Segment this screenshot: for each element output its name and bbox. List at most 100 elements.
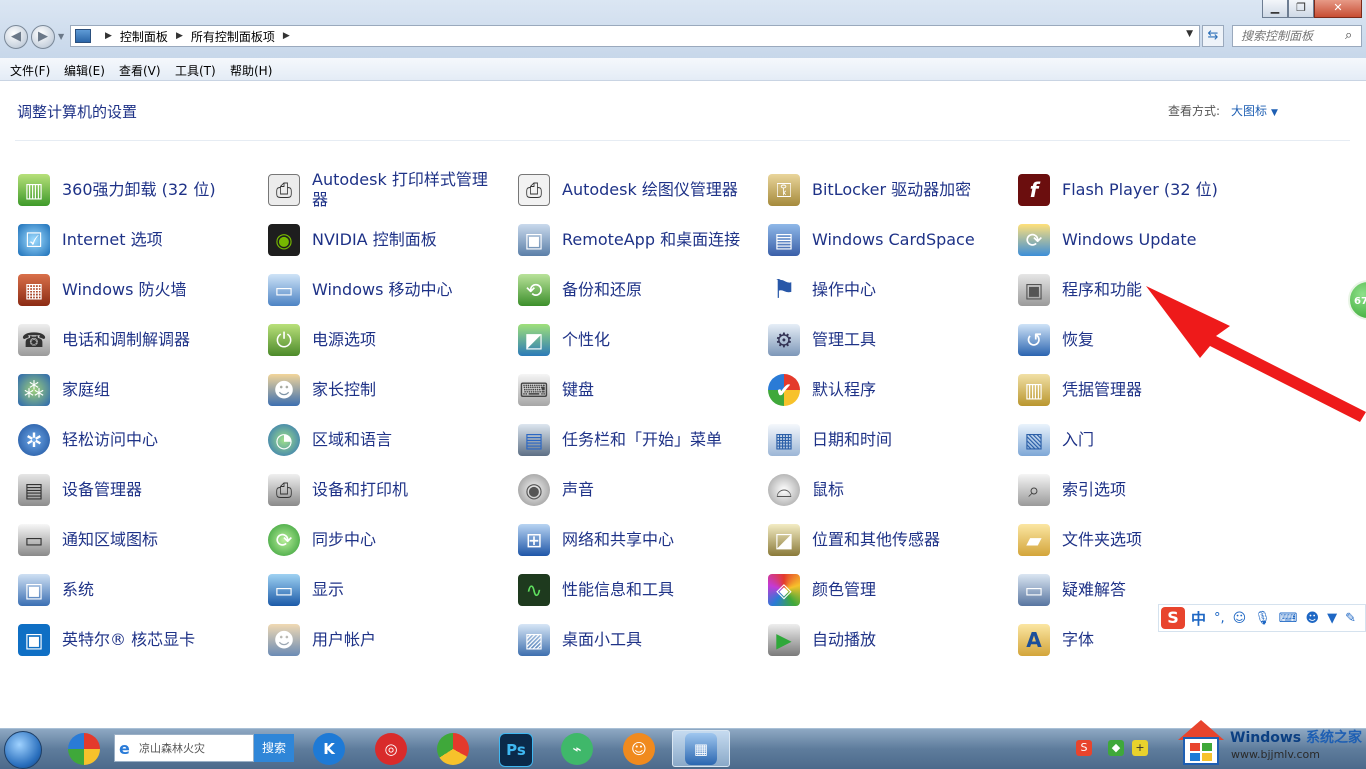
maximize-button[interactable]: ❐ [1288, 0, 1314, 18]
back-button[interactable]: ◀ [4, 25, 28, 49]
cp-item-parental-controls[interactable]: ☻ 家长控制 [268, 370, 376, 410]
forward-button[interactable]: ▶ [31, 25, 55, 49]
cp-item-mobility-center[interactable]: ▭ Windows 移动中心 [268, 270, 453, 310]
cp-item-personalization[interactable]: ◩ 个性化 [518, 320, 610, 360]
cp-item-mouse[interactable]: ⌓ 鼠标 [768, 470, 844, 510]
cp-item-location-sensors[interactable]: ◪ 位置和其他传感器 [768, 520, 940, 560]
item-label: Internet 选项 [62, 230, 163, 249]
cp-item-ease-of-access[interactable]: ✲ 轻松访问中心 [18, 420, 158, 460]
cp-item-keyboard[interactable]: ⌨ 键盘 [518, 370, 594, 410]
cp-item-default-programs[interactable]: ✔ 默认程序 [768, 370, 876, 410]
cp-item-network-sharing[interactable]: ⊞ 网络和共享中心 [518, 520, 674, 560]
menu-view[interactable]: 查看(V) [119, 62, 161, 79]
cp-item-devices-printers[interactable]: ⎙ 设备和打印机 [268, 470, 408, 510]
cp-item-device-manager[interactable]: ▤ 设备管理器 [18, 470, 142, 510]
start-button[interactable] [4, 731, 42, 769]
cp-item-desktop-gadgets[interactable]: ▨ 桌面小工具 [518, 620, 642, 660]
cp-item-flash-player[interactable]: f Flash Player (32 位) [1018, 170, 1218, 210]
sogou-tray-icon[interactable]: S [1076, 740, 1092, 756]
soft-keyboard-icon[interactable]: ⌨ [1279, 611, 1298, 626]
recent-pages-dropdown[interactable]: ▼ [58, 32, 64, 41]
breadcrumb-control-panel[interactable]: 控制面板 [120, 28, 168, 45]
uc-browser-icon[interactable]: ☺ [623, 733, 655, 765]
menu-tools[interactable]: 工具(T) [175, 62, 216, 79]
flower-app-icon[interactable] [68, 733, 100, 765]
cp-item-performance[interactable]: ∿ 性能信息和工具 [518, 570, 674, 610]
location-sensors-icon: ◪ [768, 524, 800, 556]
cp-item-fonts[interactable]: A 字体 [1018, 620, 1094, 660]
wrench-icon[interactable]: ✎ [1345, 611, 1356, 626]
cp-item-homegroup[interactable]: ⁂ 家庭组 [18, 370, 110, 410]
cp-item-admin-tools[interactable]: ⚙ 管理工具 [768, 320, 876, 360]
user-icon[interactable]: ☻ [1306, 611, 1320, 626]
breadcrumb-chevron-icon[interactable]: ▶ [283, 31, 290, 41]
cp-item-indexing-options[interactable]: ⌕ 索引选项 [1018, 470, 1126, 510]
close-button[interactable]: ✕ [1314, 0, 1362, 18]
kugou-icon[interactable]: K [313, 733, 345, 765]
taskbar-search-box[interactable]: e 凉山森林火灾 [114, 734, 254, 762]
cp-item-internet-options[interactable]: ☑ Internet 选项 [18, 220, 163, 260]
taskbar-search-button[interactable]: 搜索 [254, 734, 294, 762]
cp-item-region-language[interactable]: ◔ 区域和语言 [268, 420, 392, 460]
refresh-button[interactable]: ⇆ [1202, 25, 1224, 47]
cp-item-troubleshooting[interactable]: ▭ 疑难解答 [1018, 570, 1126, 610]
power-icon: ⏻ [268, 324, 300, 356]
cp-item-display[interactable]: ▭ 显示 [268, 570, 344, 610]
cp-item-cardspace[interactable]: ▤ Windows CardSpace [768, 220, 975, 260]
green-app-icon[interactable]: ⌁ [561, 733, 593, 765]
view-by-value: 大图标 [1231, 104, 1268, 118]
cp-item-autoplay[interactable]: ▶ 自动播放 [768, 620, 876, 660]
search-icon[interactable]: ⌕ [1345, 28, 1352, 43]
minimize-button[interactable]: ▁ [1262, 0, 1288, 18]
cp-item-taskbar-start[interactable]: ▤ 任务栏和「开始」菜单 [518, 420, 722, 460]
cp-item-notification-area[interactable]: ▭ 通知区域图标 [18, 520, 158, 560]
cp-item-nvidia[interactable]: ◉ NVIDIA 控制面板 [268, 220, 437, 260]
cp-item-phone-modem[interactable]: ☎ 电话和调制解调器 [18, 320, 190, 360]
cp-item-bitlocker[interactable]: ⚿ BitLocker 驱动器加密 [768, 170, 971, 210]
cp-item-credential-manager[interactable]: ▥ 凭据管理器 [1018, 370, 1142, 410]
cp-item-backup-restore[interactable]: ⟲ 备份和还原 [518, 270, 642, 310]
cp-item-sync-center[interactable]: ⟳ 同步中心 [268, 520, 376, 560]
cp-item-sound[interactable]: ◉ 声音 [518, 470, 594, 510]
cp-item-getting-started[interactable]: ▧ 入门 [1018, 420, 1094, 460]
ime-mode-toggle[interactable]: 中 [1191, 608, 1206, 629]
view-by-dropdown[interactable]: 大图标 ▼ [1231, 102, 1278, 119]
breadcrumb-chevron-icon[interactable]: ▶ [105, 31, 112, 41]
cp-item-programs-features[interactable]: ▣ 程序和功能 [1018, 270, 1142, 310]
cp-item-power-options[interactable]: ⏻ 电源选项 [268, 320, 376, 360]
menu-edit[interactable]: 编辑(E) [64, 62, 105, 79]
emoji-icon[interactable]: ☺ [1233, 611, 1247, 626]
cp-item-autodesk-plotter[interactable]: ⎙ Autodesk 绘图仪管理器 [518, 170, 738, 210]
chrome-icon[interactable] [437, 733, 469, 765]
punctuation-icon[interactable]: °, [1214, 611, 1225, 626]
search-input[interactable] [1232, 25, 1362, 47]
cp-item-autodesk-print-style[interactable]: ⎙ Autodesk 打印样式管理器 [268, 170, 492, 210]
netease-music-icon[interactable]: ◎ [375, 733, 407, 765]
cp-item-folder-options[interactable]: ▰ 文件夹选项 [1018, 520, 1142, 560]
photoshop-icon[interactable]: Ps [499, 733, 533, 767]
green-tray-icon[interactable]: ◆ [1108, 740, 1124, 756]
cp-item-firewall[interactable]: ▦ Windows 防火墙 [18, 270, 187, 310]
sogou-logo-icon[interactable]: S [1161, 607, 1185, 629]
cp-item-action-center[interactable]: ⚑ 操作中心 [768, 270, 876, 310]
cp-item-user-accounts[interactable]: ☻ 用户帐户 [268, 620, 376, 660]
menu-help[interactable]: 帮助(H) [230, 62, 272, 79]
cp-item-system[interactable]: ▣ 系统 [18, 570, 94, 610]
cp-item-date-time[interactable]: ▦ 日期和时间 [768, 420, 892, 460]
cp-item-color-management[interactable]: ◈ 颜色管理 [768, 570, 876, 610]
microphone-icon[interactable]: 🎙︎ [1254, 611, 1271, 626]
breadcrumb-chevron-icon[interactable]: ▶ [176, 31, 183, 41]
item-label: 系统 [62, 580, 95, 599]
plus-tray-icon[interactable]: + [1132, 740, 1148, 756]
menu-file[interactable]: 文件(F) [10, 62, 50, 79]
address-bar[interactable]: ▶ 控制面板 ▶ 所有控制面板项 ▶ ▼ [70, 25, 1200, 47]
address-dropdown-icon[interactable]: ▼ [1186, 29, 1193, 39]
cp-item-360-uninstall[interactable]: ▥ 360强力卸载 (32 位) [18, 170, 216, 210]
cp-item-windows-update[interactable]: ⟳ Windows Update [1018, 220, 1196, 260]
skin-shirt-icon[interactable]: ▼ [1327, 611, 1337, 626]
cp-item-recovery[interactable]: ↺ 恢复 [1018, 320, 1094, 360]
color-management-icon: ◈ [768, 574, 800, 606]
breadcrumb-all-items[interactable]: 所有控制面板项 [191, 28, 275, 45]
cp-item-remoteapp[interactable]: ▣ RemoteApp 和桌面连接 [518, 220, 740, 260]
cp-item-intel-graphics[interactable]: ▣ 英特尔® 核芯显卡 [18, 620, 195, 660]
